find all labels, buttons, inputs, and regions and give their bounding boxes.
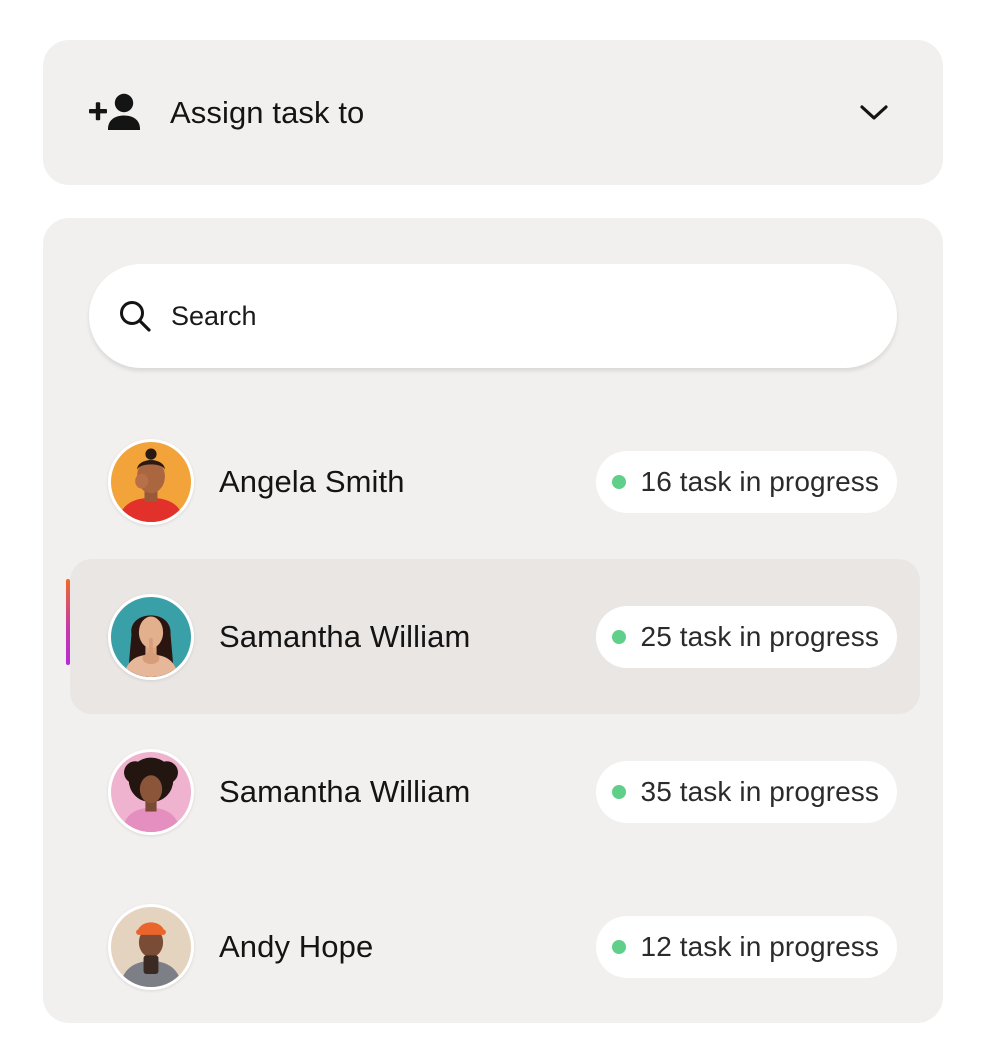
search-bar[interactable] <box>89 264 897 368</box>
status-dot <box>611 629 626 644</box>
status-badge: 35 task in progress <box>595 760 897 823</box>
selection-indicator <box>66 579 70 665</box>
assignee-row[interactable]: Samantha William 35 task in progress <box>70 714 920 869</box>
status-text: 12 task in progress <box>640 930 879 962</box>
avatar <box>108 593 194 680</box>
search-input[interactable] <box>171 300 811 332</box>
add-person-icon <box>89 93 143 133</box>
avatar <box>108 748 194 835</box>
assignee-name: Angela Smith <box>219 463 405 499</box>
assign-task-dropdown[interactable]: Assign task to <box>43 40 943 185</box>
assign-task-label: Assign task to <box>170 94 365 130</box>
assignee-row[interactable]: Andy Hope 12 task in progress <box>70 869 920 1024</box>
avatar <box>108 438 194 525</box>
avatar <box>108 903 194 990</box>
status-badge: 16 task in progress <box>595 450 897 513</box>
assignee-name: Andy Hope <box>219 928 374 964</box>
assignee-name: Samantha William <box>219 773 471 809</box>
assignee-panel: Angela Smith 16 task in progress <box>43 218 943 1023</box>
status-dot <box>611 939 626 954</box>
status-badge: 12 task in progress <box>595 915 897 978</box>
status-text: 16 task in progress <box>640 465 879 497</box>
status-dot <box>611 784 626 799</box>
status-text: 25 task in progress <box>640 620 879 652</box>
status-text: 35 task in progress <box>640 775 879 807</box>
search-icon <box>118 299 152 333</box>
assignee-row[interactable]: Angela Smith 16 task in progress <box>70 404 920 559</box>
assignee-name: Samantha William <box>219 618 471 654</box>
assign-task-widget: Assign task to Search Angela Smith 16 ta… <box>0 0 981 1063</box>
assignee-row-selected[interactable]: Samantha William 25 task in progress <box>66 559 920 714</box>
chevron-down-icon[interactable] <box>857 96 891 130</box>
status-badge: 25 task in progress <box>595 605 897 668</box>
status-dot <box>611 474 626 489</box>
